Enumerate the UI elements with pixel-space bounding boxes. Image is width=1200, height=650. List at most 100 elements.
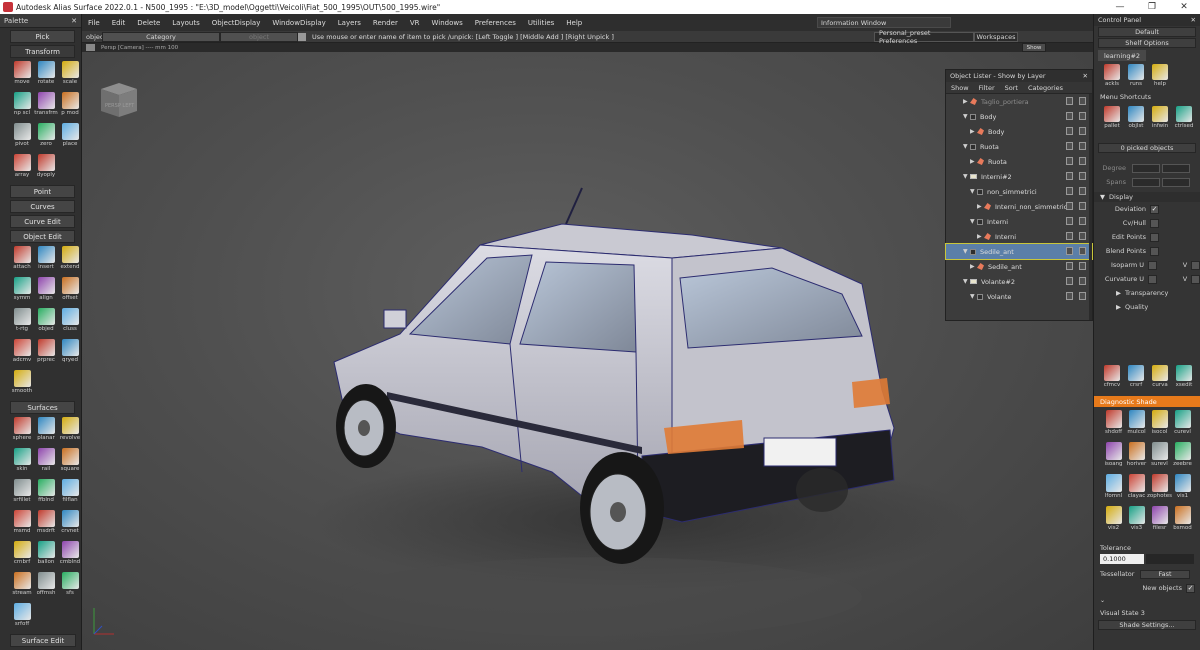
tool-offset[interactable]: offset <box>58 276 82 306</box>
expanded-arrow-icon[interactable]: ▼ <box>970 188 977 195</box>
menu-vr[interactable]: VR <box>404 19 426 27</box>
control-panel-close-icon[interactable]: ✕ <box>1191 16 1196 24</box>
tool-objed[interactable]: objed <box>34 307 58 337</box>
quality-row[interactable]: ▶ Quality <box>1094 300 1200 314</box>
viewport-close-icon[interactable] <box>86 44 95 51</box>
tool-pivot[interactable]: pivot <box>10 122 34 152</box>
tool-surevl[interactable]: surevl <box>1148 441 1171 472</box>
tool-move[interactable]: move <box>10 60 34 90</box>
lock-toggle-icon[interactable] <box>1079 142 1086 150</box>
tool-curevl[interactable]: curevl <box>1171 409 1194 440</box>
menu-help[interactable]: Help <box>560 19 588 27</box>
tool-infwin[interactable]: infwin <box>1150 105 1170 133</box>
menu-render[interactable]: Render <box>367 19 404 27</box>
tool-rotate[interactable]: rotate <box>34 60 58 90</box>
object-field[interactable]: object <box>220 31 298 42</box>
lock-toggle-icon[interactable] <box>1079 277 1086 285</box>
lister-row[interactable]: ▼ Ruota <box>946 139 1092 154</box>
palette-close-icon[interactable]: ✕ <box>71 17 77 25</box>
tool-zeebre[interactable]: zeebre <box>1171 441 1194 472</box>
menu-layers[interactable]: Layers <box>332 19 367 27</box>
lock-toggle-icon[interactable] <box>1079 247 1086 255</box>
tool-vis1[interactable]: vis1 <box>1171 473 1194 504</box>
expanded-arrow-icon[interactable]: ▼ <box>970 293 977 300</box>
v-direction-checkbox[interactable] <box>1191 274 1200 284</box>
tool-shdoff[interactable]: shdoff <box>1102 409 1125 440</box>
tool-clayac[interactable]: clayac <box>1125 473 1148 504</box>
tool-square[interactable]: square <box>58 447 82 477</box>
tool-cluss[interactable]: cluss <box>58 307 82 337</box>
tessellator-dropdown[interactable]: Fast <box>1140 569 1190 579</box>
tool-ackls[interactable]: ackls <box>1102 63 1122 91</box>
information-window-field[interactable]: Information Window <box>817 17 951 28</box>
visibility-toggle-icon[interactable] <box>1066 142 1073 150</box>
tool-symm[interactable]: symm <box>10 276 34 306</box>
tool-attach[interactable]: attach <box>10 245 34 275</box>
tool-horiver[interactable]: horiver <box>1125 441 1148 472</box>
collapsed-arrow-icon[interactable]: ▶ <box>970 158 977 165</box>
lister-row[interactable]: ▼ Volante#2 <box>946 274 1092 289</box>
category-dropdown[interactable]: Category <box>102 31 220 42</box>
visibility-toggle-icon[interactable] <box>1066 127 1073 135</box>
minimize-button[interactable]: — <box>1104 0 1136 14</box>
lock-toggle-icon[interactable] <box>1079 262 1086 270</box>
lister-row[interactable]: ▼ non_simmetrici <box>946 184 1092 199</box>
point-section[interactable]: Point <box>10 185 75 198</box>
expanded-arrow-icon[interactable]: ▼ <box>963 248 970 255</box>
tool-pallet[interactable]: pallet <box>1102 105 1122 133</box>
lock-toggle-icon[interactable] <box>1079 157 1086 165</box>
collapse-arrow-icon[interactable]: ⌄ <box>1100 597 1194 605</box>
workspaces-button[interactable]: Workspaces <box>974 31 1018 42</box>
tool-array[interactable]: array <box>10 153 34 183</box>
lister-row[interactable]: ▶ Interni <box>946 229 1092 244</box>
collapsed-arrow-icon[interactable]: ▶ <box>977 203 984 210</box>
tool-insert[interactable]: insert <box>34 245 58 275</box>
lock-toggle-icon[interactable] <box>1079 97 1086 105</box>
lock-toggle-icon[interactable] <box>1079 187 1086 195</box>
lister-row[interactable]: ▶ Body <box>946 124 1092 139</box>
lister-row[interactable]: ▼ Body <box>946 109 1092 124</box>
tool-smooth[interactable]: smooth <box>10 369 34 399</box>
tool-np-scl[interactable]: np scl <box>10 91 34 121</box>
diagnostic-shade-header[interactable]: Diagnostic Shade <box>1094 396 1200 407</box>
visibility-toggle-icon[interactable] <box>1066 277 1073 285</box>
tool-extend[interactable]: extend <box>58 245 82 275</box>
lister-row[interactable]: ▼ Interni <box>946 214 1092 229</box>
object-lister-scrollbar[interactable] <box>1089 94 1092 320</box>
tool-vis3[interactable]: vis3 <box>1125 505 1148 536</box>
tool-help[interactable]: help <box>1150 63 1170 91</box>
lister-row[interactable]: ▼ Volante <box>946 289 1092 304</box>
expanded-arrow-icon[interactable]: ▼ <box>963 173 970 180</box>
tool-p-mod[interactable]: p mod <box>58 91 82 121</box>
shade-settings-button[interactable]: Shade Settings... <box>1098 620 1196 630</box>
spans-input-v[interactable] <box>1162 177 1190 187</box>
tool-adcmv[interactable]: adcmv <box>10 338 34 368</box>
display-section-header[interactable]: ▼ Display <box>1094 192 1200 202</box>
lock-toggle-icon[interactable] <box>1079 217 1086 225</box>
tool-prprec[interactable]: prprec <box>34 338 58 368</box>
display-option-checkbox[interactable] <box>1148 260 1157 270</box>
tool-ballon[interactable]: ballon <box>34 540 58 570</box>
default-dropdown[interactable]: Default <box>1098 27 1196 37</box>
perspective-viewport[interactable]: PERSP LEFT <box>82 52 1093 650</box>
tool-msmd[interactable]: msmd <box>10 509 34 539</box>
collapsed-arrow-icon[interactable]: ▶ <box>977 233 984 240</box>
lister-row[interactable]: ▶ Taglio_portiera <box>946 94 1092 109</box>
tool-filflan[interactable]: filflan <box>58 478 82 508</box>
tool-srfillet[interactable]: srfillet <box>10 478 34 508</box>
pick-mode-icon[interactable] <box>298 32 306 41</box>
tool-vis2[interactable]: vis2 <box>1102 505 1125 536</box>
tool-lfomnl[interactable]: lfomnl <box>1102 473 1125 504</box>
visibility-toggle-icon[interactable] <box>1066 97 1073 105</box>
tolerance-slider[interactable] <box>1146 554 1194 564</box>
collapsed-arrow-icon[interactable]: ▶ <box>970 263 977 270</box>
tool-qryed[interactable]: qryed <box>58 338 82 368</box>
tool-align[interactable]: align <box>34 276 58 306</box>
tool-planar[interactable]: planar <box>34 416 58 446</box>
tool-offmsh[interactable]: offmsh <box>34 571 58 601</box>
tool-revolve[interactable]: revolve <box>58 416 82 446</box>
tool-stream[interactable]: stream <box>10 571 34 601</box>
tool-runs[interactable]: runs <box>1126 63 1146 91</box>
tool-cfmcv[interactable]: cfmcv <box>1102 364 1122 392</box>
lister-row[interactable]: ▶ Sedile_ant <box>946 259 1092 274</box>
